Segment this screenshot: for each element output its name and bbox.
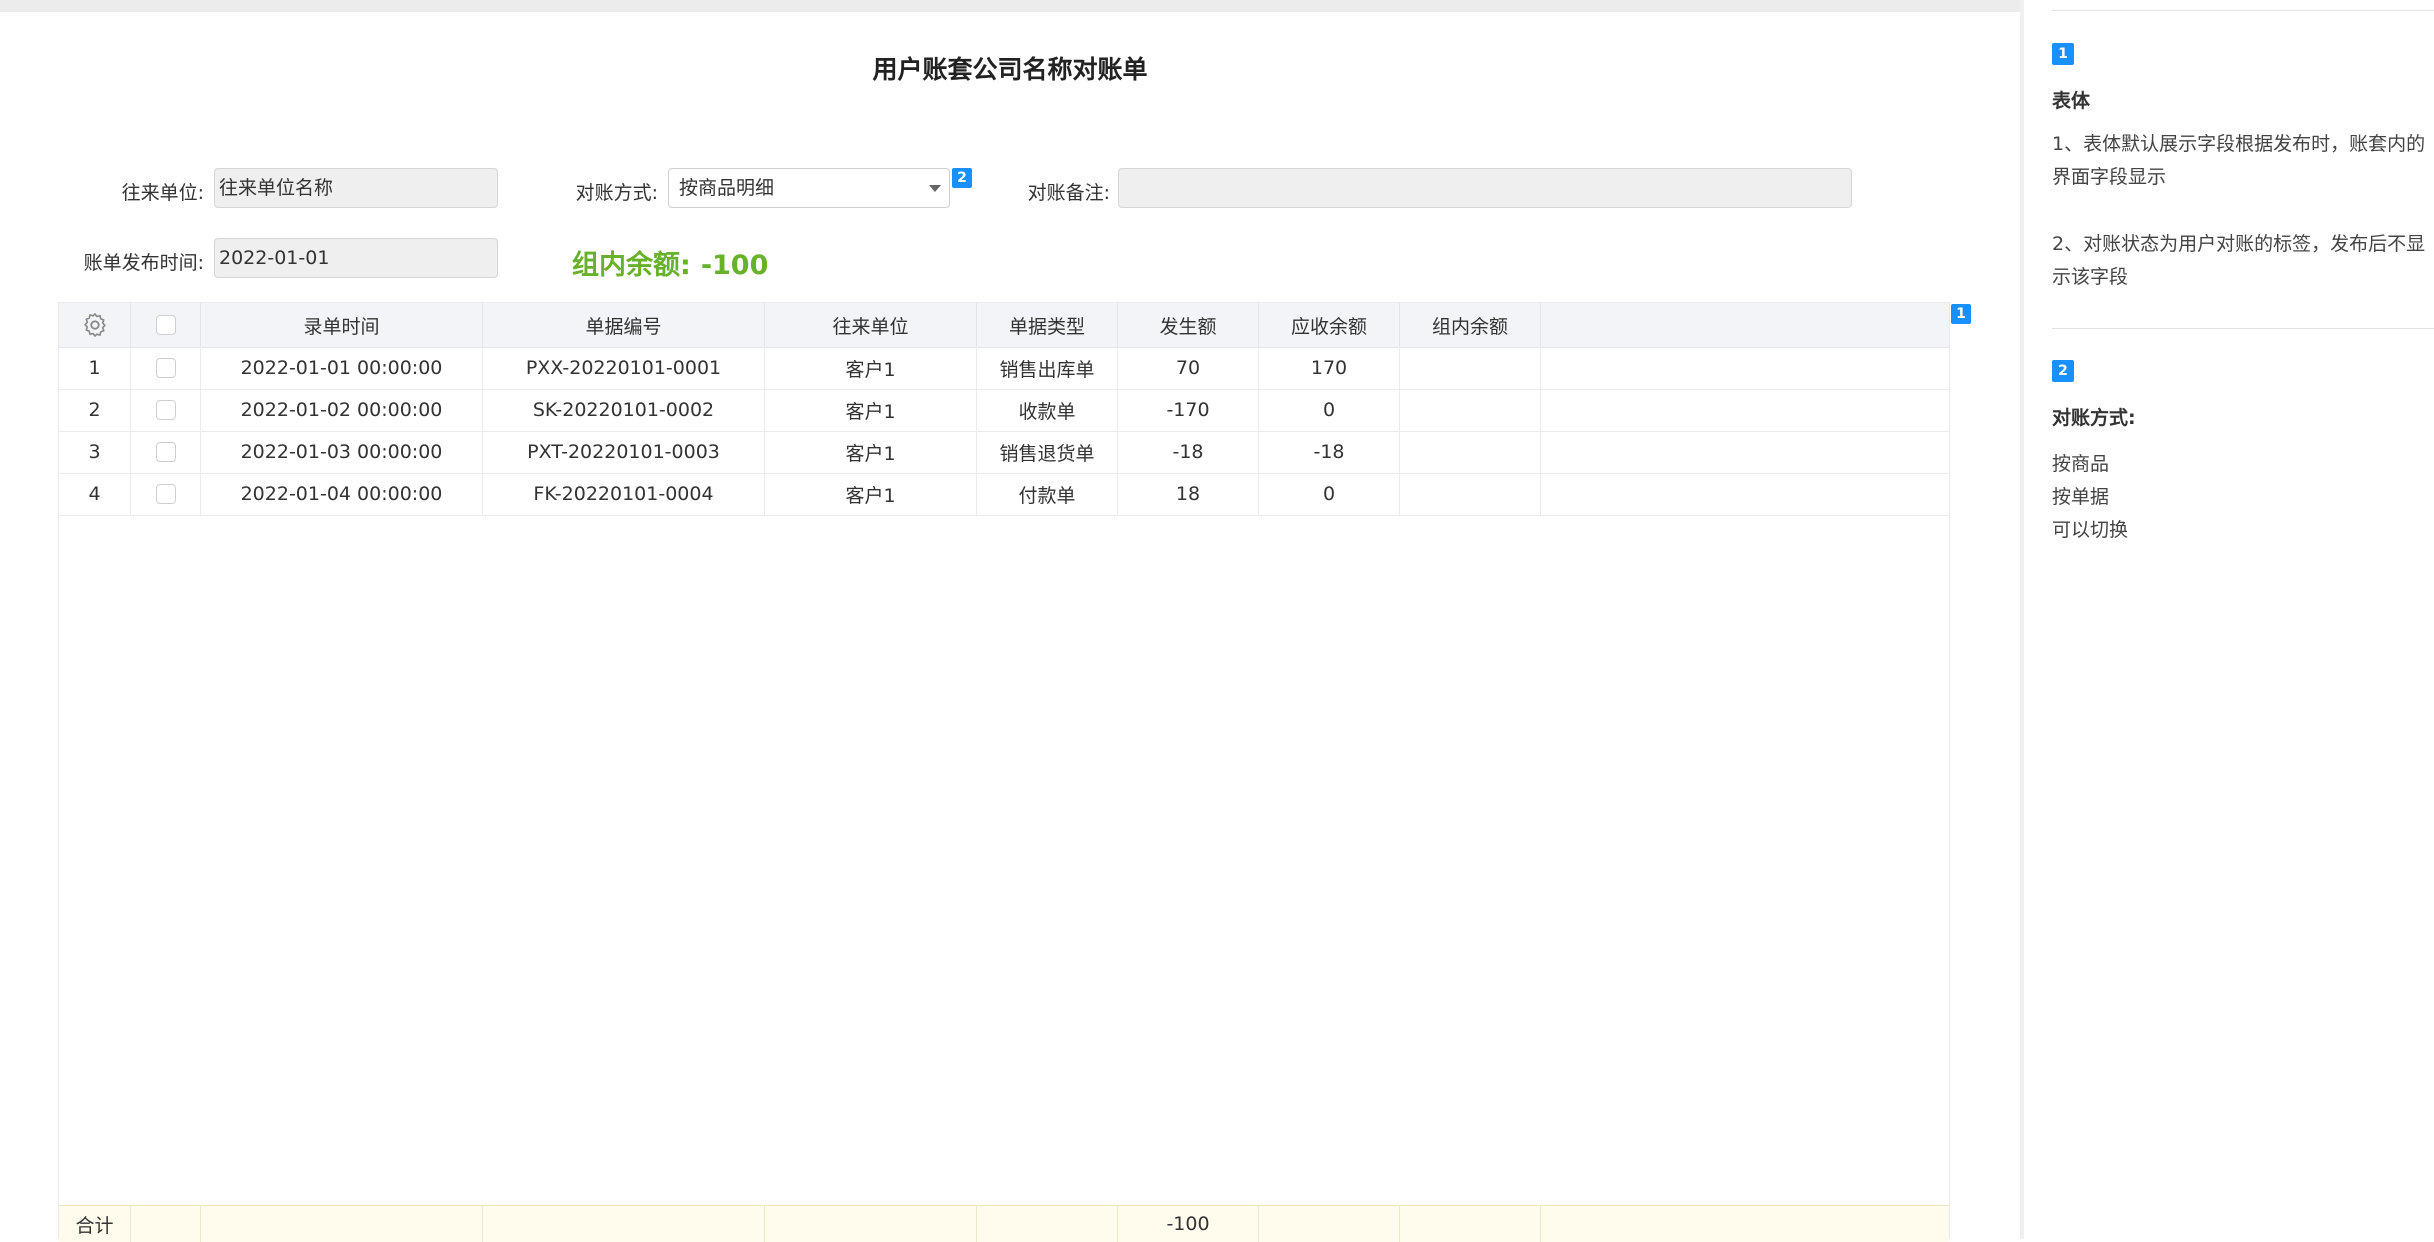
column-header[interactable]: 发生额 xyxy=(1118,303,1259,347)
table-row[interactable]: 1 2022-01-01 00:00:00 PXX-20220101-0001 … xyxy=(59,347,1949,390)
cell-entry-time: 2022-01-02 00:00:00 xyxy=(201,389,483,431)
divider xyxy=(2052,10,2434,11)
cell-amount: 70 xyxy=(1118,347,1259,389)
cell-entry-time: 2022-01-03 00:00:00 xyxy=(201,431,483,473)
footer-cell xyxy=(201,1206,483,1242)
cell-amount: -18 xyxy=(1118,431,1259,473)
page-title: 用户账套公司名称对账单 xyxy=(872,55,1148,84)
row-select-cell xyxy=(131,431,201,473)
row-checkbox[interactable] xyxy=(155,358,176,378)
group-balance: 组内余额: -100 xyxy=(572,243,768,282)
note-label: 对账备注: xyxy=(1027,182,1110,204)
cell-group-balance xyxy=(1400,347,1541,389)
note-1-badge: 1 xyxy=(2052,43,2074,65)
row-number: 1 xyxy=(59,347,131,389)
select-all-checkbox[interactable] xyxy=(155,315,176,335)
table-row[interactable]: 4 2022-01-04 00:00:00 FK-20220101-0004 客… xyxy=(59,473,1949,516)
row-number: 3 xyxy=(59,431,131,473)
annotation-panel: 1 表体 1、表体默认展示字段根据发布时，账套内的界面字段显示 2、对账状态为用… xyxy=(2020,0,2434,1239)
table-note-badge: 1 xyxy=(1951,304,1971,324)
footer-cell xyxy=(765,1206,977,1242)
column-header[interactable]: 单据类型 xyxy=(977,303,1118,347)
cell-counterparty: 客户1 xyxy=(765,431,977,473)
row-number: 4 xyxy=(59,473,131,515)
column-header[interactable]: 应收余额 xyxy=(1259,303,1400,347)
footer-total-label: 合计 xyxy=(59,1206,131,1242)
cell-doc-type: 付款单 xyxy=(977,473,1118,515)
publish-time-field[interactable]: 2022-01-01 xyxy=(214,238,498,278)
statement-table: 录单时间 单据编号 往来单位 单据类型 发生额 应收余额 组内余额 1 2022… xyxy=(58,302,1950,1242)
statement-main: 用户账套公司名称对账单 往来单位: 往来单位名称 对账方式: 按商品明细 2 对… xyxy=(0,0,2020,1242)
cell-doc-code: PXT-20220101-0003 xyxy=(483,431,765,473)
method-note-badge: 2 xyxy=(952,168,972,188)
note-2-title: 对账方式: xyxy=(2052,407,2136,429)
note-2-badge: 2 xyxy=(2052,360,2074,382)
table-row[interactable]: 2 2022-01-02 00:00:00 SK-20220101-0002 客… xyxy=(59,389,1949,432)
publish-time-label: 账单发布时间: xyxy=(83,252,204,274)
method-select[interactable]: 按商品明细 xyxy=(668,168,950,208)
select-all-cell xyxy=(131,303,201,347)
row-checkbox[interactable] xyxy=(155,400,176,420)
cell-group-balance xyxy=(1400,431,1541,473)
footer-cell xyxy=(977,1206,1118,1242)
cell-receivable: 170 xyxy=(1259,347,1400,389)
column-settings-button[interactable] xyxy=(59,303,131,347)
table-row[interactable]: 3 2022-01-03 00:00:00 PXT-20220101-0003 … xyxy=(59,431,1949,474)
column-header[interactable]: 单据编号 xyxy=(483,303,765,347)
cell-entry-time: 2022-01-04 00:00:00 xyxy=(201,473,483,515)
column-header[interactable]: 录单时间 xyxy=(201,303,483,347)
cell-counterparty: 客户1 xyxy=(765,389,977,431)
counterparty-label: 往来单位: xyxy=(121,182,204,204)
note-field[interactable] xyxy=(1118,168,1852,208)
table-footer-totals: 合计 -100 xyxy=(59,1205,1949,1242)
row-select-cell xyxy=(131,389,201,431)
cell-counterparty: 客户1 xyxy=(765,347,977,389)
note-1-paragraph-1: 1、表体默认展示字段根据发布时，账套内的界面字段显示 xyxy=(2052,133,2426,188)
footer-cell xyxy=(483,1206,765,1242)
cell-receivable: 0 xyxy=(1259,473,1400,515)
note-1-title: 表体 xyxy=(2052,90,2091,112)
row-select-cell xyxy=(131,473,201,515)
column-header[interactable]: 组内余额 xyxy=(1400,303,1541,347)
footer-total-amount: -100 xyxy=(1118,1206,1259,1242)
footer-cell xyxy=(1400,1206,1541,1242)
note-2-item: 按商品 xyxy=(2052,453,2110,475)
method-select-value: 按商品明细 xyxy=(679,177,775,199)
cell-doc-code: SK-20220101-0002 xyxy=(483,389,765,431)
cell-group-balance xyxy=(1400,473,1541,515)
counterparty-field[interactable]: 往来单位名称 xyxy=(214,168,498,208)
note-2-item: 按单据 xyxy=(2052,486,2110,508)
row-checkbox[interactable] xyxy=(155,484,176,504)
cell-doc-type: 收款单 xyxy=(977,389,1118,431)
cell-counterparty: 客户1 xyxy=(765,473,977,515)
cell-doc-type: 销售出库单 xyxy=(977,347,1118,389)
group-balance-value: -100 xyxy=(700,250,769,281)
table-header-row: 录单时间 单据编号 往来单位 单据类型 发生额 应收余额 组内余额 xyxy=(59,303,1949,348)
note-2-item: 可以切换 xyxy=(2052,519,2129,541)
cell-amount: -170 xyxy=(1118,389,1259,431)
cell-amount: 18 xyxy=(1118,473,1259,515)
column-header[interactable]: 往来单位 xyxy=(765,303,977,347)
divider xyxy=(2052,328,2434,329)
gear-icon xyxy=(83,313,106,337)
footer-cell xyxy=(131,1206,201,1242)
row-checkbox[interactable] xyxy=(155,442,176,462)
cell-doc-type: 销售退货单 xyxy=(977,431,1118,473)
cell-receivable: 0 xyxy=(1259,389,1400,431)
row-number: 2 xyxy=(59,389,131,431)
cell-group-balance xyxy=(1400,389,1541,431)
chevron-down-icon xyxy=(929,185,941,192)
cell-doc-code: PXX-20220101-0001 xyxy=(483,347,765,389)
note-1-paragraph-2: 2、对账状态为用户对账的标签，发布后不显示该字段 xyxy=(2052,233,2426,288)
cell-entry-time: 2022-01-01 00:00:00 xyxy=(201,347,483,389)
row-select-cell xyxy=(131,347,201,389)
footer-cell xyxy=(1259,1206,1400,1242)
cell-receivable: -18 xyxy=(1259,431,1400,473)
group-balance-label: 组内余额: xyxy=(572,250,691,281)
method-label: 对账方式: xyxy=(575,182,658,204)
cell-doc-code: FK-20220101-0004 xyxy=(483,473,765,515)
